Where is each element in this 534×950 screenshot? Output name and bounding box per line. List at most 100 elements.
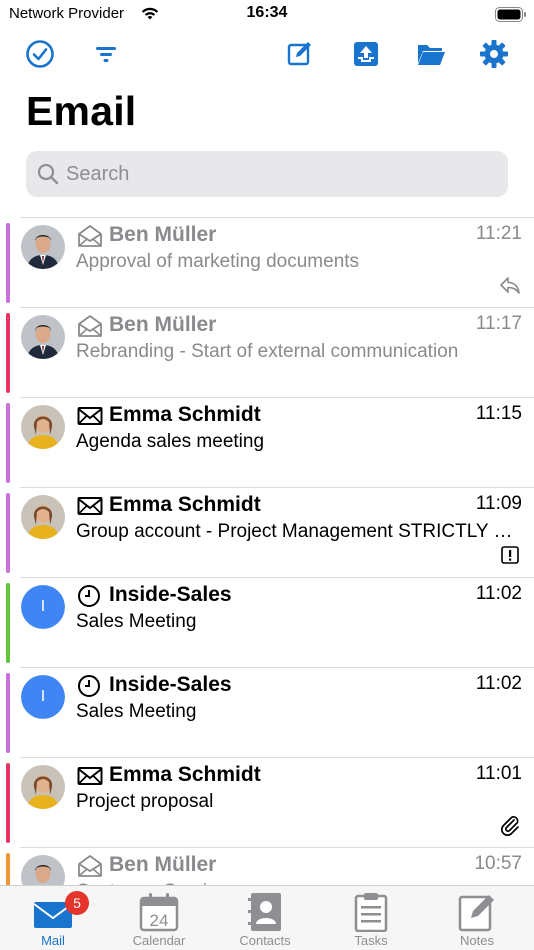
search-input[interactable] [66,151,486,197]
tab-label: Tasks [354,933,388,948]
tab-label: Mail [41,933,65,948]
received-time: 11:01 [475,763,522,784]
envelope-open-icon [77,854,103,878]
envelope-icon [77,764,103,788]
avatar [21,765,65,809]
inbox-upload-button[interactable] [350,38,382,70]
search-bar[interactable] [26,151,508,197]
compose-icon [287,42,311,66]
mail-row[interactable]: Ben Müller 11:17 Rebranding - Start of ext… [0,307,534,397]
row-divider [20,577,534,578]
mail-row[interactable]: I Inside-Sales 11:02 Sales Meeting [0,577,534,667]
filter-icon [96,47,116,62]
avatar [21,405,65,449]
row-divider [20,217,534,218]
received-time: 11:17 [475,313,522,334]
category-color-strip [6,853,10,885]
search-icon [37,163,59,185]
mail-subject: Approval of marketing documents [76,251,360,272]
status-time: 16:34 [246,4,288,21]
received-time: 11:02 [475,673,522,694]
envelope-icon [77,494,103,518]
received-time: 11:21 [475,223,522,244]
row-divider [20,397,534,398]
calendar-icon: 24 [139,893,179,932]
mail-subject: Sales Meeting [76,701,197,722]
sender-name: Emma Schmidt [109,763,261,786]
avatar: I [21,585,65,629]
received-time: 11:15 [475,403,522,424]
mail-row[interactable]: Emma Schmidt 11:09 Group account - Project… [0,487,534,577]
received-time: 10:57 [474,853,522,874]
row-divider [20,667,534,668]
mail-subject: Group account - Project Management STRIC… [76,521,522,542]
category-color-strip [6,223,10,303]
filter-button[interactable] [90,38,122,70]
avatar [21,225,65,269]
tab-mail[interactable]: 5 Mail [0,886,106,950]
row-divider [20,757,534,758]
envelope-open-icon [77,224,103,248]
mail-row[interactable]: Emma Schmidt 11:01 Project proposal [0,757,534,847]
envelope-open-icon [77,314,103,338]
avatar: I [21,675,65,719]
envelope-icon [77,404,103,428]
tab-contacts[interactable]: Contacts [212,886,318,950]
category-color-strip [6,493,10,573]
settings-button[interactable] [478,38,510,70]
category-color-strip [6,313,10,393]
check-circle-icon [26,40,54,68]
tab-bar: 5 Mail 24 Calendar Contacts Tasks Notes [0,885,534,950]
status-bar: Network Provider 16:34 [0,0,534,28]
tab-notes[interactable]: Notes [424,886,530,950]
row-divider [20,847,534,848]
mail-subject: Project proposal [76,791,214,812]
avatar-initial: I [21,675,65,719]
tab-label: Contacts [239,933,291,948]
category-color-strip [6,673,10,753]
notes-icon [458,895,494,932]
sender-name: Inside-Sales [109,673,232,696]
clock-icon [77,584,103,608]
gear-icon [480,40,508,68]
tab-calendar[interactable]: 24 Calendar [106,886,212,950]
clock-icon [77,674,103,698]
mail-row[interactable]: Emma Schmidt 11:15 Agenda sales meeting [0,397,534,487]
contacts-icon [248,893,281,931]
avatar [21,855,65,885]
category-color-strip [6,403,10,483]
mail-row[interactable]: Ben Müller 11:21 Approval of marketing doc… [0,217,534,307]
tab-tasks[interactable]: Tasks [318,886,424,950]
sender-name: Emma Schmidt [109,493,261,516]
mail-subject: Agenda sales meeting [76,431,265,452]
mail-subject: Sales Meeting [76,611,197,632]
important-icon [498,543,522,567]
svg-text:24: 24 [150,911,169,930]
sender-name: Ben Müller [109,313,217,336]
tab-label: Calendar [132,933,186,948]
mail-subject: Rebranding - Start of external communica… [76,341,459,362]
row-divider [20,307,534,308]
page-title: Email [26,88,137,134]
mail-row[interactable]: I Inside-Sales 11:02 Sales Meeting [0,667,534,757]
inbox-upload-icon [354,42,378,66]
received-time: 11:09 [475,493,522,514]
category-color-strip [6,763,10,843]
mail-row[interactable]: Ben Müller10:57Customer Service [0,847,534,885]
sender-name: Emma Schmidt [109,403,261,426]
compose-button[interactable] [284,38,316,70]
reply-icon [498,273,522,297]
unread-count-badge: 5 [65,891,89,915]
select-button[interactable] [24,38,56,70]
avatar [21,495,65,539]
received-time: 11:02 [475,583,522,604]
tab-label: Notes [460,933,494,948]
folders-button[interactable] [415,38,447,70]
sender-name: Inside-Sales [109,583,232,606]
category-color-strip [6,583,10,663]
mail-list: Ben Müller 11:21 Approval of marketing doc… [0,217,534,885]
avatar [21,315,65,359]
tasks-icon [354,893,388,932]
folder-icon [418,45,445,65]
avatar-initial: I [21,585,65,629]
